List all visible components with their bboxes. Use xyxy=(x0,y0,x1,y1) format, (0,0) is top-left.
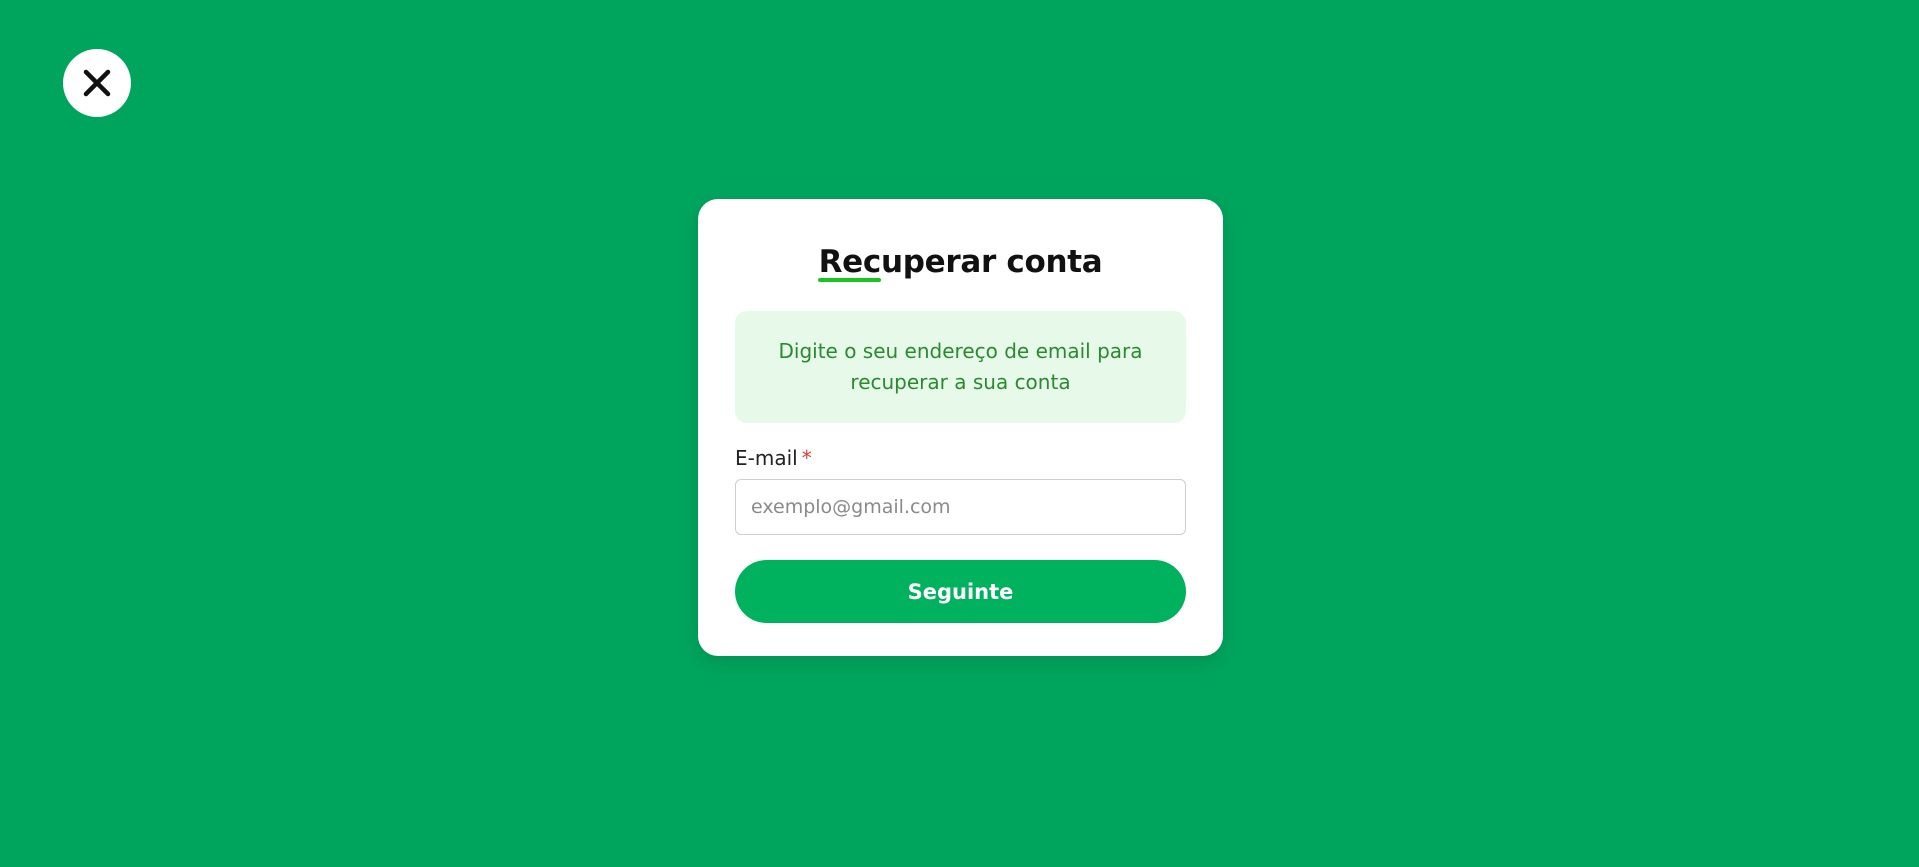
email-field[interactable] xyxy=(735,479,1186,535)
title-wrap: Recuperar conta xyxy=(735,241,1186,283)
close-icon xyxy=(82,68,112,98)
next-button[interactable]: Seguinte xyxy=(735,560,1186,623)
email-label-text: E-mail xyxy=(735,446,798,470)
email-label: E-mail * xyxy=(735,445,1186,471)
recover-account-card: Recuperar conta Digite o seu endereço de… xyxy=(698,199,1223,656)
close-button[interactable] xyxy=(63,49,131,117)
info-message: Digite o seu endereço de email para recu… xyxy=(778,339,1143,394)
info-box: Digite o seu endereço de email para recu… xyxy=(735,311,1186,423)
required-marker: * xyxy=(801,446,812,470)
page-title: Recuperar conta xyxy=(818,244,1103,280)
title-underline xyxy=(818,278,881,282)
